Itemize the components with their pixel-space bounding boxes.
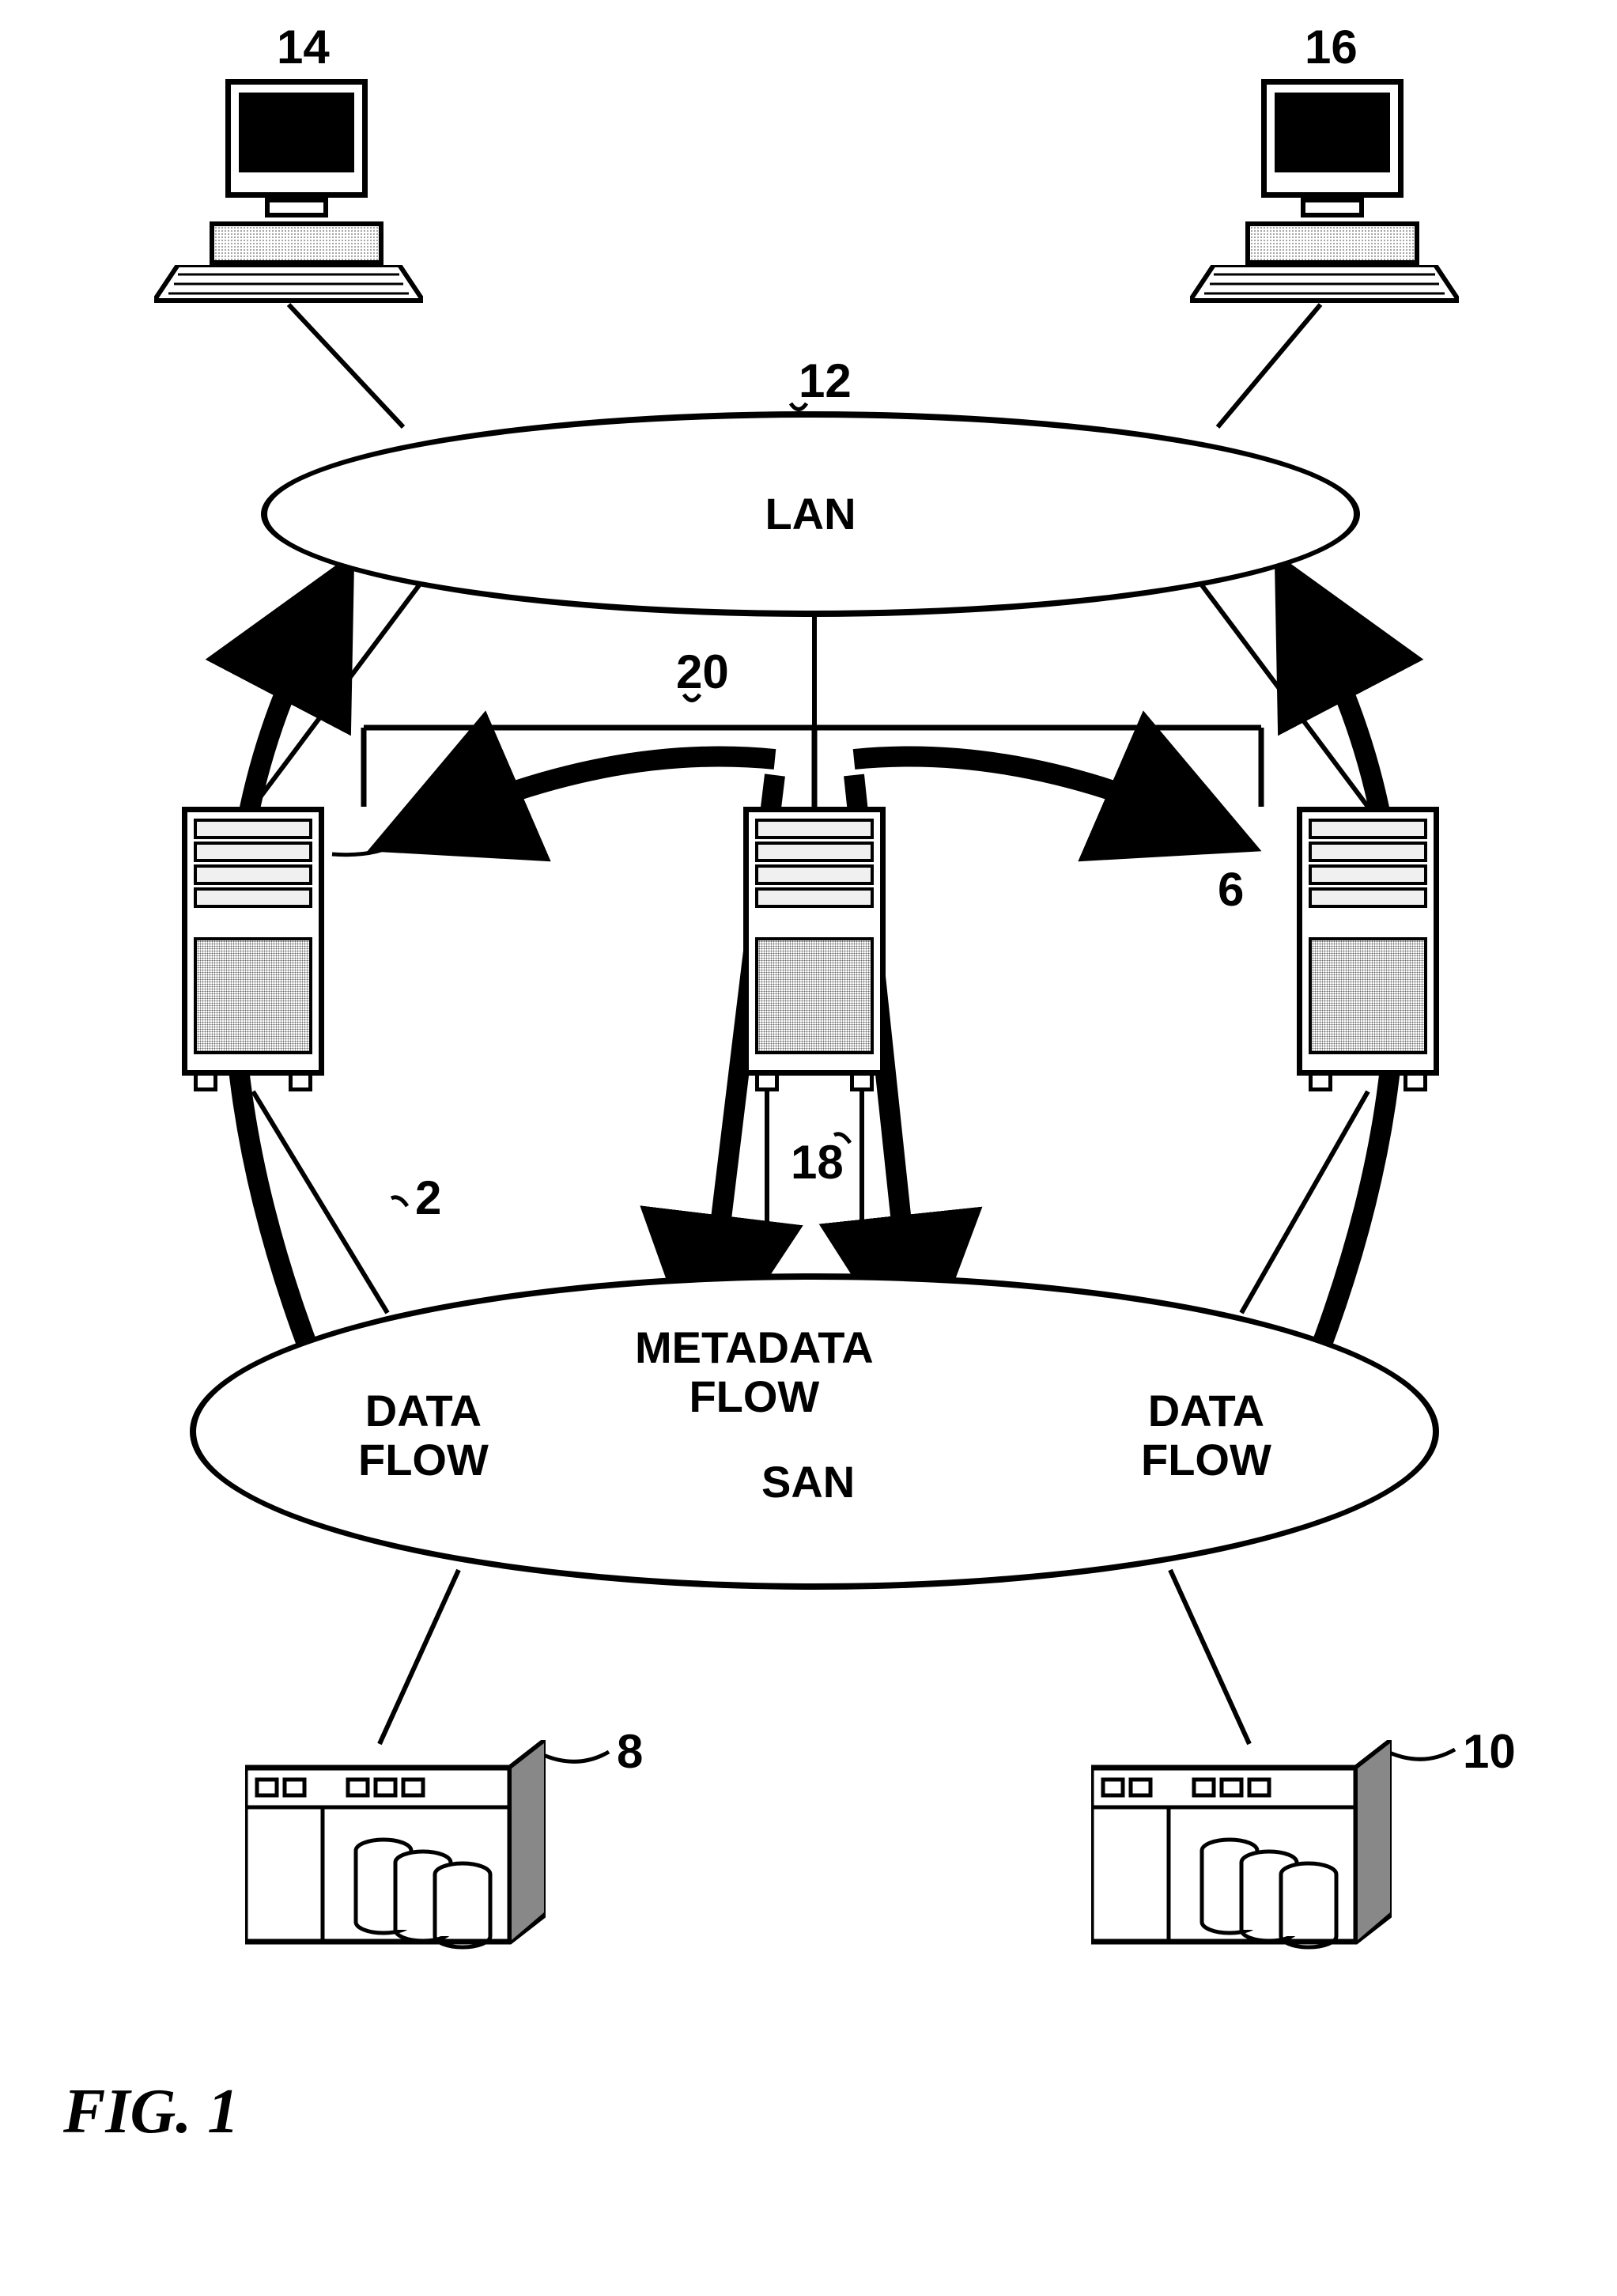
ref-server-left: 4	[419, 811, 445, 865]
metadata-flow-label: METADATA FLOW	[635, 1323, 874, 1420]
figure-1-diagram: LAN 12 14 16 20 4	[111, 63, 1502, 2199]
san-label: SAN	[761, 1458, 855, 1507]
figure-label: FIG. 1	[63, 2076, 239, 2148]
ref-client-right: 16	[1305, 20, 1358, 74]
client-computer-right	[1190, 79, 1459, 324]
ref-client-left: 14	[277, 20, 330, 74]
keyboard-icon	[1190, 265, 1459, 308]
lan-ellipse: LAN	[261, 411, 1360, 617]
client-computer-left	[154, 79, 423, 324]
storage-left	[245, 1740, 546, 1961]
storage-icon	[1091, 1740, 1392, 1961]
storage-right	[1091, 1740, 1392, 1961]
ref-dedicated-net: 20	[676, 645, 729, 699]
monitor-icon	[225, 79, 368, 198]
ref-lan: 12	[799, 354, 852, 408]
san-ellipse: METADATA FLOW DATA FLOW SAN DATA FLOW	[190, 1273, 1439, 1590]
ref-server-right: 6	[1218, 862, 1244, 917]
server-middle	[743, 807, 886, 1091]
keyboard-icon	[154, 265, 423, 308]
data-flow-left-label: DATA FLOW	[358, 1386, 489, 1484]
ref-storage-left: 8	[617, 1724, 643, 1779]
storage-icon	[245, 1740, 546, 1961]
lan-label: LAN	[765, 490, 856, 539]
ref-storage-right: 10	[1463, 1724, 1516, 1779]
monitor-icon	[1261, 79, 1404, 198]
server-left	[182, 807, 324, 1091]
server-right	[1297, 807, 1439, 1091]
ref-san: 2	[415, 1171, 441, 1225]
data-flow-right-label: DATA FLOW	[1141, 1386, 1271, 1484]
ref-server-middle: 18	[791, 1135, 844, 1190]
